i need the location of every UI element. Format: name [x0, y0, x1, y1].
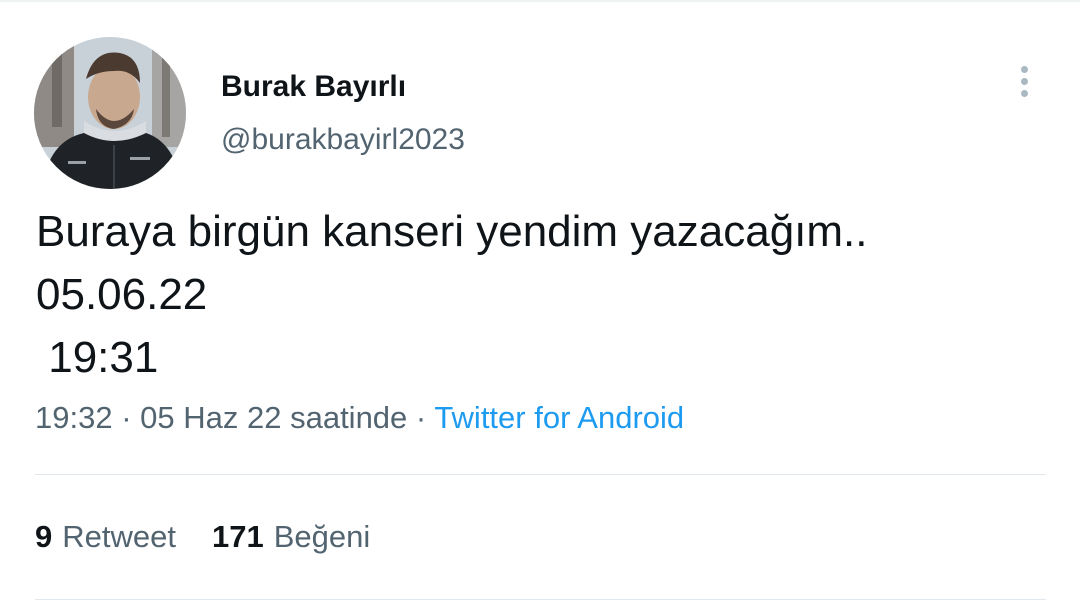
tweet-text: Buraya birgün kanseri yendim yazacağım..…	[36, 207, 868, 382]
avatar[interactable]	[34, 37, 186, 189]
likes-stat[interactable]: 171 Beğeni	[212, 519, 370, 555]
tweet-meta: 19:32 · 05 Haz 22 saatinde · Twitter for…	[35, 400, 684, 436]
divider	[35, 599, 1046, 600]
author-handle[interactable]: @burakbayirl2023	[221, 123, 465, 157]
retweets-label: Retweet	[62, 519, 176, 554]
avatar-image	[34, 37, 186, 189]
more-vertical-icon-dot	[1020, 77, 1028, 85]
more-vertical-icon-dot	[1020, 89, 1028, 97]
retweets-stat[interactable]: 9 Retweet	[35, 519, 176, 555]
meta-separator: ·	[121, 400, 132, 435]
tweet-stats: 9 Retweet 171 Beğeni	[35, 519, 370, 555]
divider	[35, 474, 1046, 475]
tweet-date[interactable]: 05 Haz 22 saatinde	[140, 400, 407, 435]
tweet-source-link[interactable]: Twitter for Android	[434, 400, 684, 435]
retweets-count: 9	[35, 519, 53, 554]
author-display-name[interactable]: Burak Bayırlı	[221, 70, 406, 104]
top-divider	[0, 0, 1080, 2]
likes-label: Beğeni	[273, 519, 371, 554]
meta-separator: ·	[415, 400, 427, 435]
tweet-time[interactable]: 19:32	[35, 400, 113, 435]
more-vertical-icon	[1020, 65, 1028, 73]
likes-count: 171	[211, 519, 264, 554]
more-options-button[interactable]	[1004, 60, 1044, 102]
